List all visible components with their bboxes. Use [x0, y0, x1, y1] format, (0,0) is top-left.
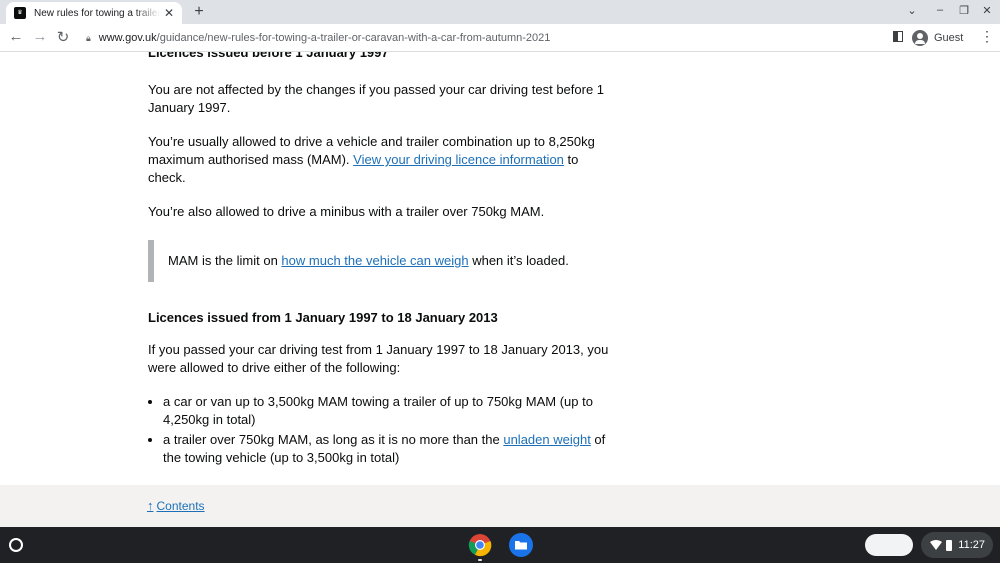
- contents-label: Contents: [156, 498, 205, 513]
- inset-text-start: MAM is the limit on: [168, 253, 282, 268]
- web-page: Licences issued before 1 January 1997 Yo…: [0, 52, 1000, 485]
- close-window-button[interactable]: ✕: [979, 4, 995, 17]
- side-panel-icon[interactable]: [893, 31, 903, 42]
- bullet-list: a car or van up to 3,500kg MAM towing a …: [148, 393, 618, 467]
- restore-button[interactable]: ❐: [956, 4, 972, 17]
- minimize-button[interactable]: –: [932, 4, 948, 16]
- back-arrow-icon[interactable]: ←: [7, 28, 25, 45]
- holding-space-icon[interactable]: [865, 534, 913, 556]
- running-indicator: [478, 559, 482, 561]
- contents-bar: ↑ Contents: [0, 485, 1000, 527]
- inset-paragraph: MAM is the limit on how much the vehicle…: [168, 252, 618, 270]
- status-tray[interactable]: 11:27: [921, 532, 993, 558]
- vehicle-weight-link[interactable]: how much the vehicle can weigh: [281, 253, 468, 268]
- reload-icon[interactable]: ↻: [54, 28, 72, 46]
- heading-1997-to-2013: Licences issued from 1 January 1997 to 1…: [148, 310, 498, 325]
- tab-title: New rules for towing a trailer wit: [34, 7, 160, 19]
- browser-tab[interactable]: ♛ New rules for towing a trailer wit ✕: [6, 2, 182, 24]
- paragraph-combination: You’re usually allowed to drive a vehicl…: [148, 133, 618, 187]
- tab-close-icon[interactable]: ✕: [164, 6, 174, 20]
- paragraph-passed-test: If you passed your car driving test from…: [148, 342, 609, 375]
- battery-icon: [946, 539, 953, 551]
- list-item: a trailer over 750kg MAM, as long as it …: [163, 431, 618, 467]
- browser-toolbar: ← → ↻ 🔒︎ www.gov.uk/guidance/new-rules-f…: [0, 24, 1000, 52]
- unladen-weight-link[interactable]: unladen weight: [503, 432, 590, 447]
- url-path: /guidance/new-rules-for-towing-a-trailer…: [156, 32, 551, 44]
- up-arrow-icon: ↑: [147, 498, 154, 513]
- tab-search-button[interactable]: ⌄: [904, 4, 920, 17]
- url-host: www.gov.uk: [98, 32, 157, 44]
- files-app-icon[interactable]: [509, 533, 533, 557]
- profile-label: Guest: [934, 32, 964, 44]
- paragraph-minibus: You’re also allowed to drive a minibus w…: [148, 204, 545, 219]
- wifi-icon: [930, 540, 943, 550]
- contents-link[interactable]: ↑ Contents: [147, 498, 205, 513]
- article-body: Licences issued before 1 January 1997 Yo…: [148, 52, 618, 469]
- tab-strip: ♛ New rules for towing a trailer wit ✕ +…: [0, 0, 1000, 24]
- profile-button[interactable]: Guest: [912, 28, 963, 48]
- inset-text: MAM is the limit on how much the vehicle…: [148, 240, 618, 282]
- launcher-icon[interactable]: [9, 538, 23, 552]
- forward-arrow-icon[interactable]: →: [31, 28, 49, 45]
- list-item-text: a trailer over 750kg MAM, as long as it …: [163, 432, 504, 447]
- url-text: www.gov.uk/guidance/new-rules-for-towing…: [99, 32, 551, 44]
- clock: 11:27: [958, 539, 985, 551]
- govuk-favicon-icon: ♛: [14, 7, 26, 19]
- new-tab-button[interactable]: +: [190, 3, 208, 21]
- more-menu-icon[interactable]: ⋮: [980, 28, 994, 45]
- inset-text-end: when it’s loaded.: [468, 253, 569, 268]
- address-bar[interactable]: 🔒︎ www.gov.uk/guidance/new-rules-for-tow…: [80, 27, 880, 49]
- heading-before-1997: Licences issued before 1 January 1997: [148, 52, 389, 60]
- view-driving-licence-link[interactable]: View your driving licence information: [353, 152, 564, 167]
- list-item: a car or van up to 3,500kg MAM towing a …: [163, 393, 618, 429]
- paragraph-not-affected: You are not affected by the changes if y…: [148, 82, 605, 115]
- guest-avatar-icon: [912, 30, 928, 46]
- chrome-icon[interactable]: [468, 533, 492, 557]
- os-shelf: 11:27: [0, 527, 1000, 563]
- lock-icon: 🔒︎: [86, 32, 91, 43]
